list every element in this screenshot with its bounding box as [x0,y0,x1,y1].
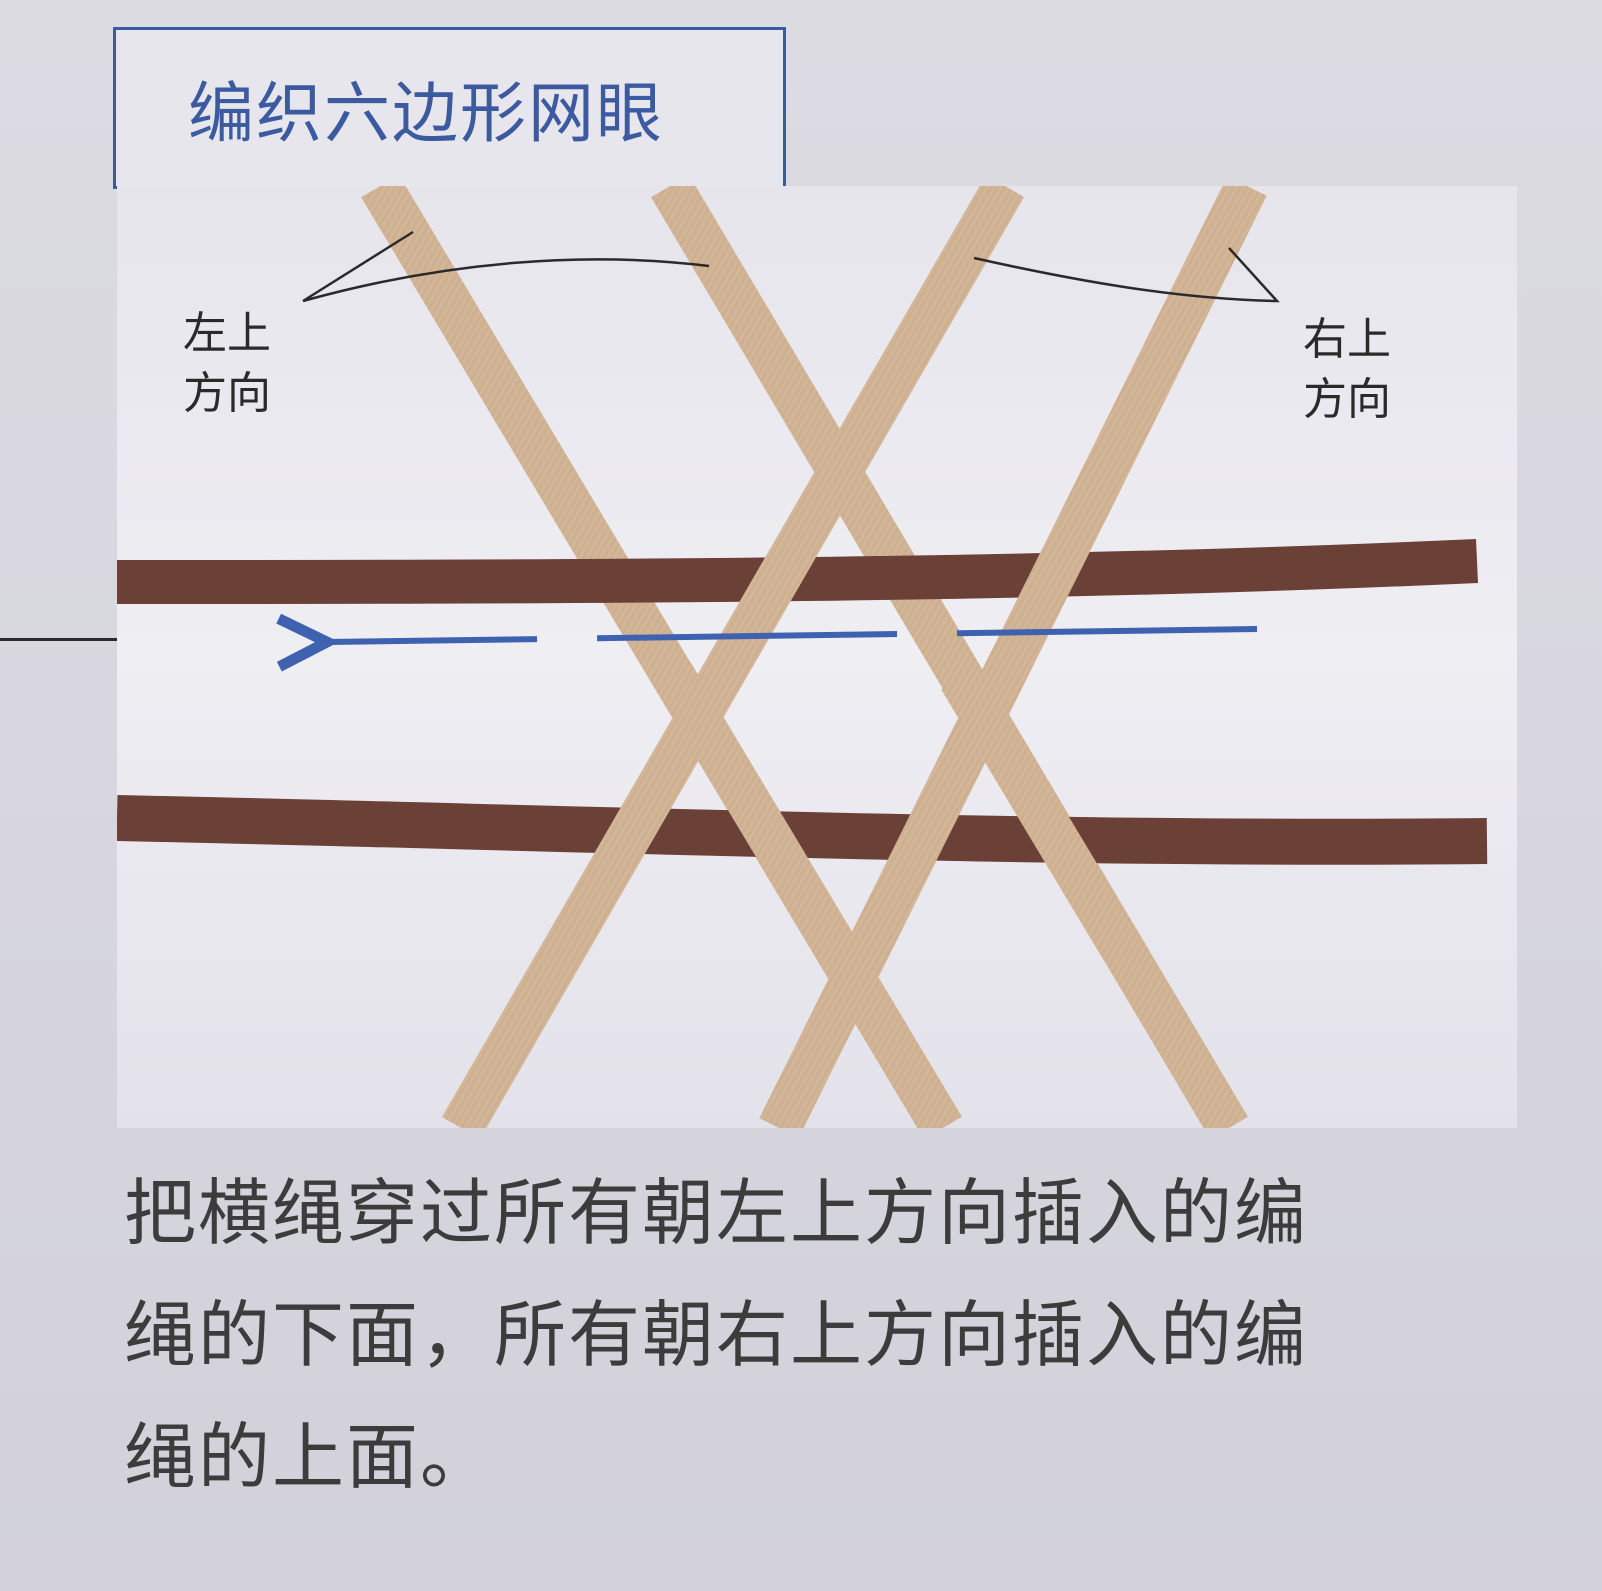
side-rule [0,638,118,641]
label-upper-left-line-2: 方向 [183,368,271,419]
label-upper-right-line-2: 方向 [1303,374,1391,425]
caption-line-2: 绳的下面，所有朝右上方向插入的编 [124,1293,1309,1377]
instruction-caption: 把横绳穿过所有朝左上方向插入的编 绳的下面，所有朝右上方向插入的编 绳的上面。 [124,1152,1524,1518]
label-upper-right-line-1: 右上 [1303,314,1391,365]
caption-line-3: 绳的上面。 [124,1415,495,1499]
label-upper-right: 右上 方向 [1303,310,1391,430]
label-upper-left: 左上 方向 [183,304,271,424]
label-upper-left-line-1: 左上 [183,308,271,359]
title-box: 编织六边形网眼 [113,27,786,189]
page-title: 编织六边形网眼 [188,75,664,152]
horizontal-cord-lower [117,795,1488,865]
caption-line-1: 把横绳穿过所有朝左上方向插入的编 [124,1171,1309,1255]
